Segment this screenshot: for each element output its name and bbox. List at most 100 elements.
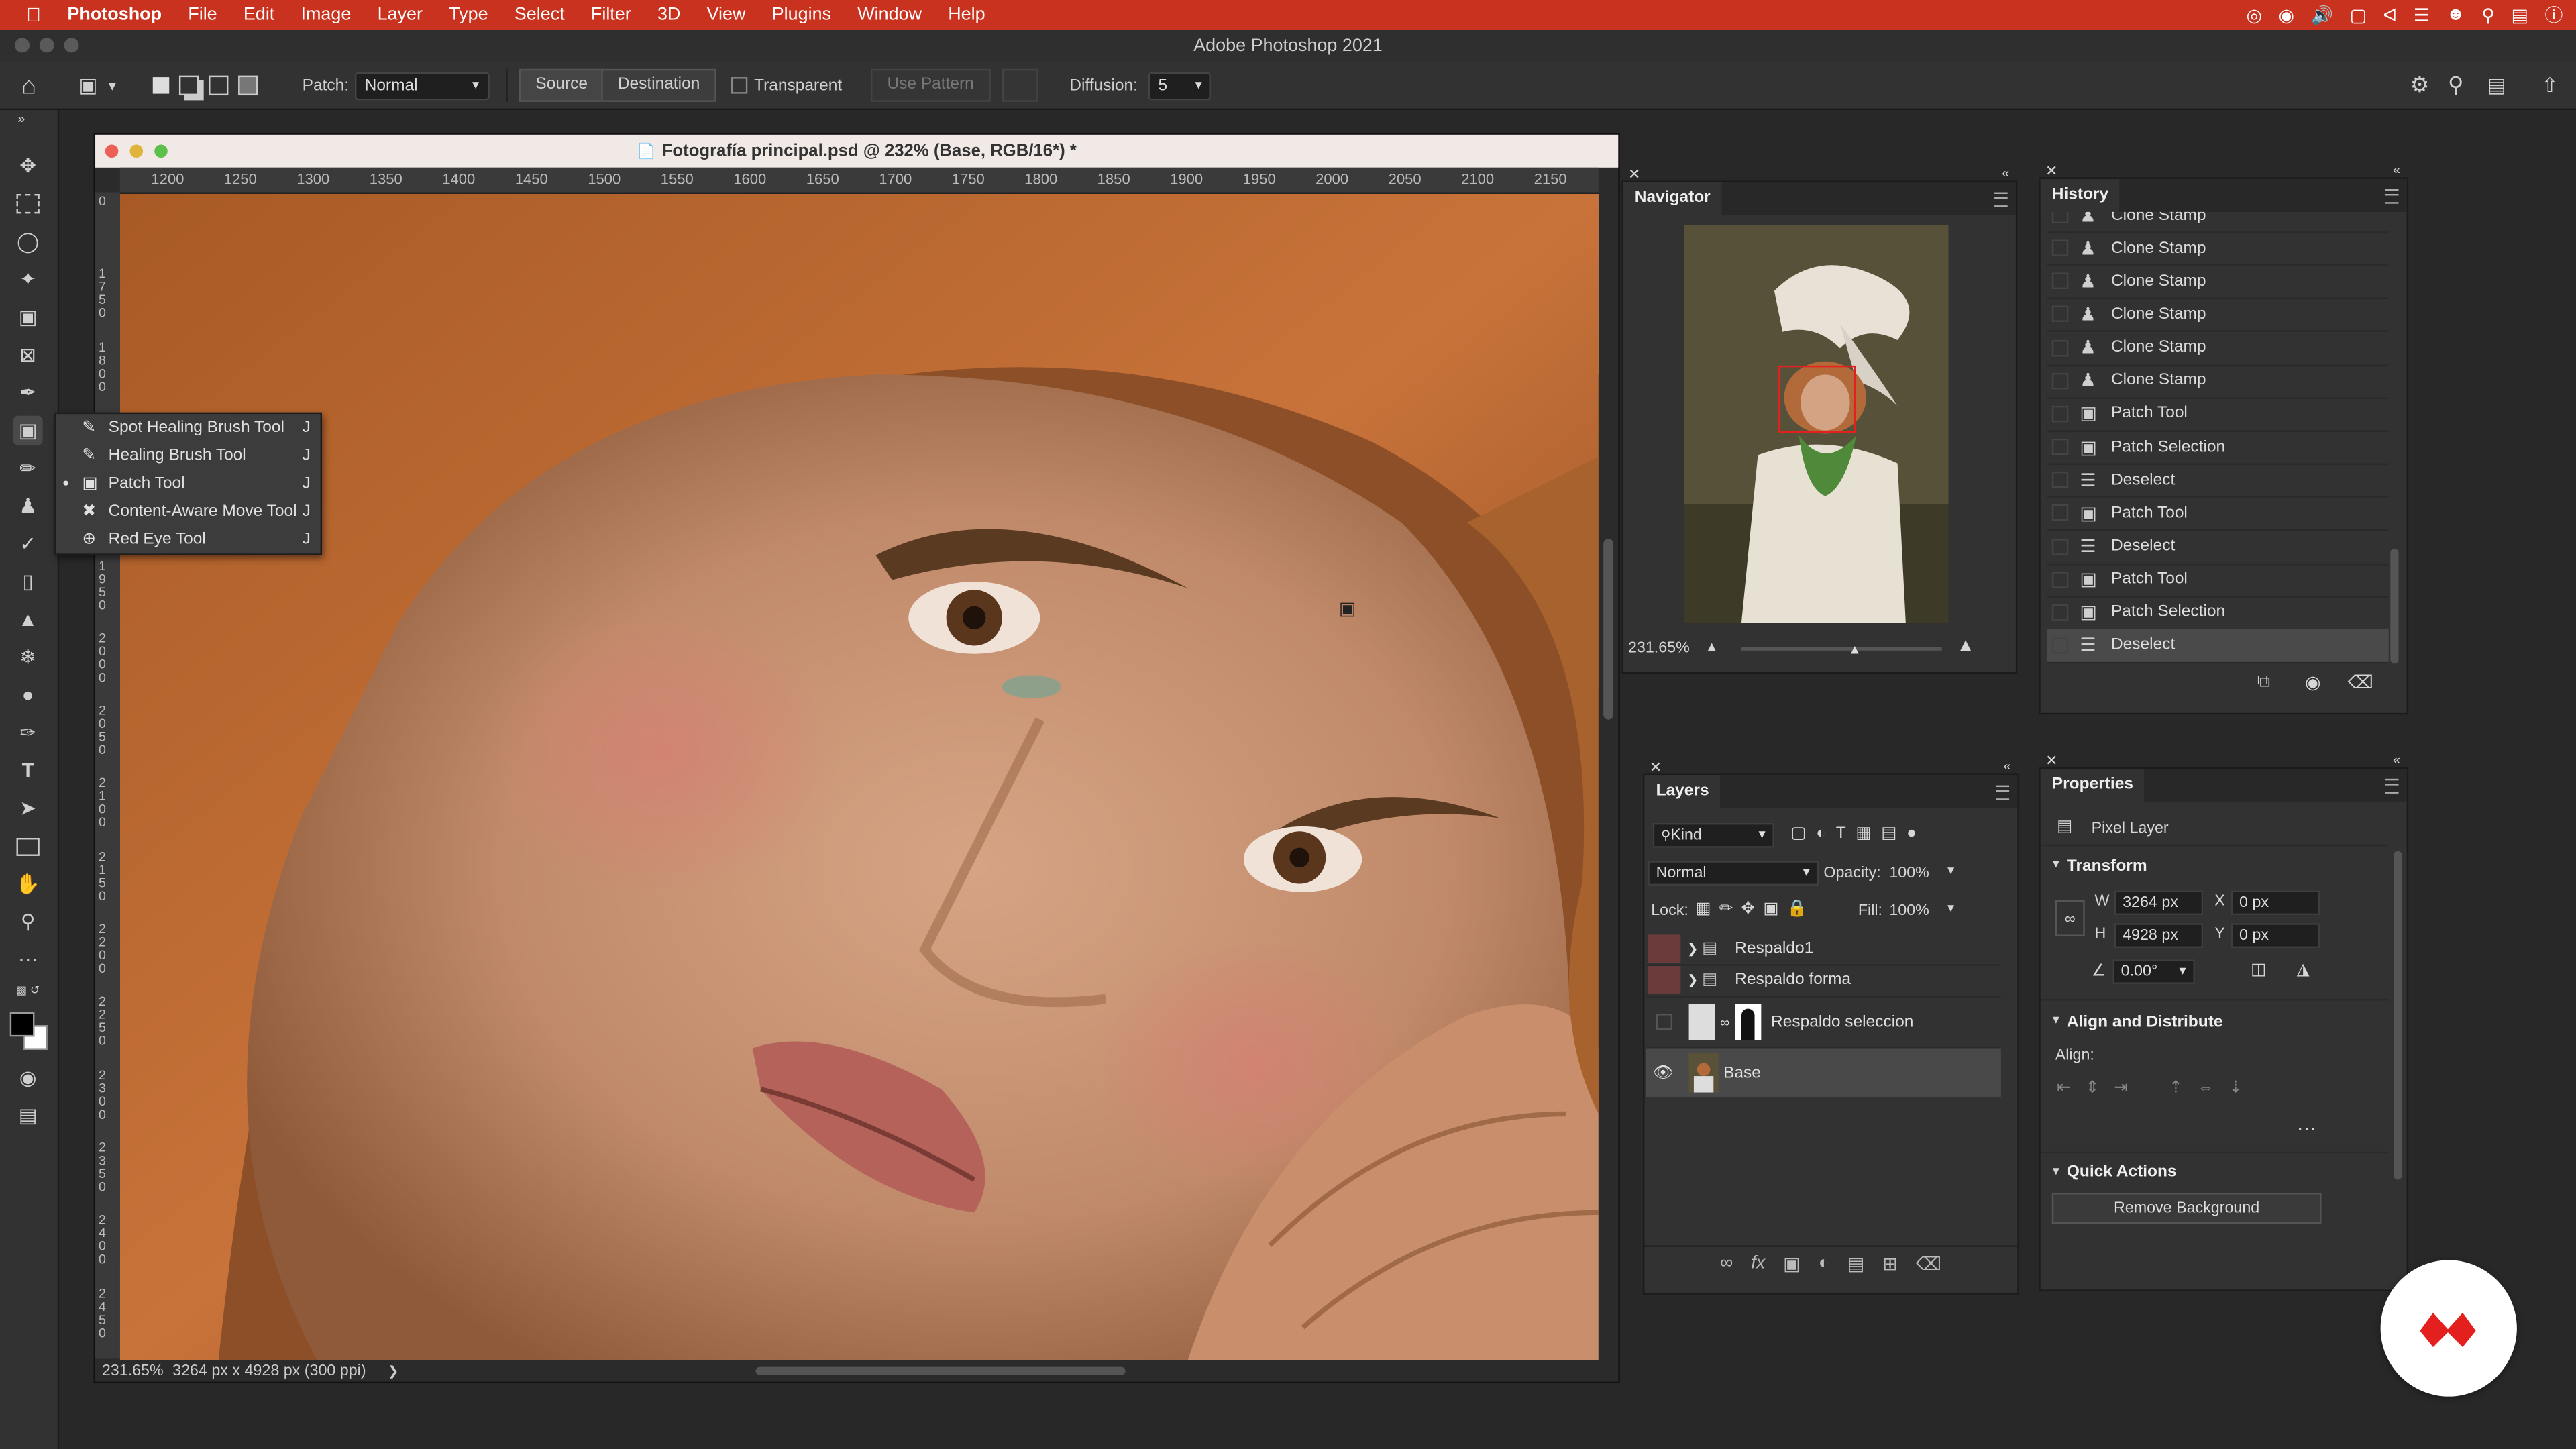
tab-navigator[interactable]: Navigator [1623,182,1722,215]
y-field[interactable]: 0 px [2231,923,2320,949]
history-brush-source-checkbox[interactable] [2051,438,2069,455]
patch-mode-select[interactable]: Normal ▼ [354,71,490,100]
bluetooth-icon[interactable]: ᐊ [2383,4,2398,25]
tab-history[interactable]: History [2040,178,2121,212]
history-item[interactable]: ▣ Patch Tool [2047,397,2389,432]
flip-vertical-icon[interactable]: ◮ [2297,961,2310,979]
menu-view[interactable]: View [694,0,759,30]
menu-type[interactable]: Type [436,0,502,30]
menu-filter[interactable]: Filter [578,0,644,30]
tool-preset-picker[interactable]: ▣ ▼ [79,62,119,109]
eye-icon[interactable]: 👁 [1653,1064,1674,1082]
source-button[interactable]: Source [519,68,604,102]
align-bottom-icon[interactable]: ⇣ [2229,1079,2243,1097]
height-field[interactable]: 4928 px [2114,923,2204,949]
wifi-icon[interactable]: ☰ [2414,4,2430,25]
zoom-window-button[interactable] [64,38,79,53]
transform-section-title[interactable]: Transform [2067,857,2147,875]
history-brush-source-checkbox[interactable] [2051,405,2069,423]
history-item[interactable]: ☰ Deselect [2047,464,2389,498]
add-to-selection-icon[interactable] [178,75,199,96]
chevron-down-icon[interactable]: ▼ [2050,859,2061,871]
history-brush-source-checkbox[interactable] [2051,571,2069,588]
history-item[interactable]: ♟ Clone Stamp [2047,298,2389,333]
rectangle-tool-icon[interactable] [13,831,43,861]
lock-transparent-icon[interactable]: ▦ [1695,900,1711,918]
user-icon[interactable]: ☻ [2446,5,2465,24]
layer-filter-select[interactable]: ⚲Kind ▼ [1652,822,1774,848]
filter-adjustment-icon[interactable]: ◐ [1816,824,1826,843]
pattern-picker[interactable] [1002,68,1038,102]
history-brush-source-checkbox[interactable] [2051,273,2069,290]
minimize-document-button[interactable] [129,144,144,158]
history-brush-source-checkbox[interactable] [2051,504,2069,522]
flyout-item-patch[interactable]: ● ▣ Patch Tool J [56,470,320,498]
zoom-out-icon[interactable]: ▲ [1705,639,1718,654]
more-tools-icon[interactable]: ⋯ [13,945,43,974]
lock-position-icon[interactable]: ✥ [1741,900,1756,918]
menu-file[interactable]: File [175,0,231,30]
workspace-icon[interactable]: ▤ [2487,62,2506,109]
filter-pixel-icon[interactable]: ▢ [1790,824,1806,843]
new-document-from-state-icon[interactable]: ⧉ [2257,672,2270,694]
new-selection-icon[interactable] [152,77,170,94]
eyedropper-tool-icon[interactable]: ✒ [13,378,43,407]
history-brush-source-checkbox[interactable] [2051,211,2069,224]
move-tool-icon[interactable]: ✥ [13,151,43,180]
horizontal-scroll-thumb[interactable] [755,1366,1126,1375]
layer-row-respaldo1[interactable]: ❯ ▤ Respaldo1 [1646,933,2001,967]
adjustment-layer-icon[interactable]: ◐ [1819,1254,1829,1275]
remove-background-button[interactable]: Remove Background [2051,1192,2322,1224]
history-item[interactable]: ☰ Deselect [2047,629,2389,664]
history-item[interactable]: ▣ Patch Selection [2047,596,2389,631]
spotlight-icon[interactable]: ⚲ [2481,4,2495,25]
collapse-toolbar-icon[interactable]: » [7,110,36,126]
flyout-item-spot-healing-brush[interactable]: ✎ Spot Healing Brush Tool J [56,414,320,442]
share-icon[interactable]: ⇧ [2542,62,2559,109]
close-window-button[interactable] [15,38,30,53]
menu-plugins[interactable]: Plugins [759,0,845,30]
quick-actions-title[interactable]: Quick Actions [2067,1163,2177,1181]
vertical-ruler[interactable]: 01 7 5 01 8 0 01 8 5 01 9 0 01 9 5 02 0 … [95,192,120,1359]
align-section-title[interactable]: Align and Distribute [2067,1014,2223,1032]
close-panel-icon[interactable]: ✕ [2045,753,2057,771]
history-item[interactable]: ▣ Patch Tool [2047,563,2389,598]
history-scroll-thumb[interactable] [2390,548,2399,664]
blend-mode-select[interactable]: Normal ▼ [1648,861,1819,886]
chevron-down-icon[interactable]: ▼ [1945,866,1957,877]
quick-mask-icon[interactable]: ◉ [13,1063,43,1093]
close-panel-icon[interactable]: ✕ [1650,759,1662,777]
home-icon[interactable]: ⌂ [21,62,36,109]
snapshot-camera-icon[interactable]: ◉ [2305,672,2321,693]
control-center-icon[interactable]: ▤ [2512,4,2528,25]
delete-layer-icon[interactable]: ⌫ [1916,1254,1941,1275]
tab-layers[interactable]: Layers [1644,775,1721,808]
panel-menu-icon[interactable] [2385,778,2399,794]
collapse-panel-icon[interactable]: « [2002,166,2009,180]
path-selection-tool-icon[interactable]: ➤ [13,794,43,823]
subtract-selection-icon[interactable] [209,75,229,96]
menu-window[interactable]: Window [845,0,935,30]
history-brush-source-checkbox[interactable] [2051,637,2069,654]
align-center-h-icon[interactable]: ⇕ [2086,1079,2100,1097]
chevron-right-icon[interactable]: ❯ [1687,941,1698,956]
tab-properties[interactable]: Properties [2040,769,2145,802]
visibility-toggle[interactable] [1648,966,1681,994]
lasso-tool-icon[interactable]: ◯ [13,227,43,256]
flip-horizontal-icon[interactable]: ◫ [2251,961,2266,979]
history-brush-source-checkbox[interactable] [2051,472,2069,488]
menu-select[interactable]: Select [501,0,578,30]
angle-field[interactable]: 0.00° ▼ [2112,959,2195,984]
search-icon[interactable]: ⚲ [2448,62,2463,109]
opacity-value[interactable]: 100% [1889,864,1929,882]
align-right-icon[interactable]: ⇥ [2114,1079,2128,1097]
layer-row-respaldo-forma[interactable]: ❯ ▤ Respaldo forma [1646,965,2001,998]
minimize-window-button[interactable] [39,38,54,53]
siri-icon[interactable]: ◉ [2278,4,2294,25]
menu-app[interactable]: Photoshop [54,0,175,30]
pen-tool-icon[interactable]: ✑ [13,718,43,747]
filter-shape-icon[interactable]: ▦ [1856,824,1871,843]
panel-menu-icon[interactable] [1994,192,2008,207]
layer-row-base[interactable]: 👁 Base [1646,1048,2001,1097]
info-icon[interactable]: ⓘ [2545,1,2563,28]
